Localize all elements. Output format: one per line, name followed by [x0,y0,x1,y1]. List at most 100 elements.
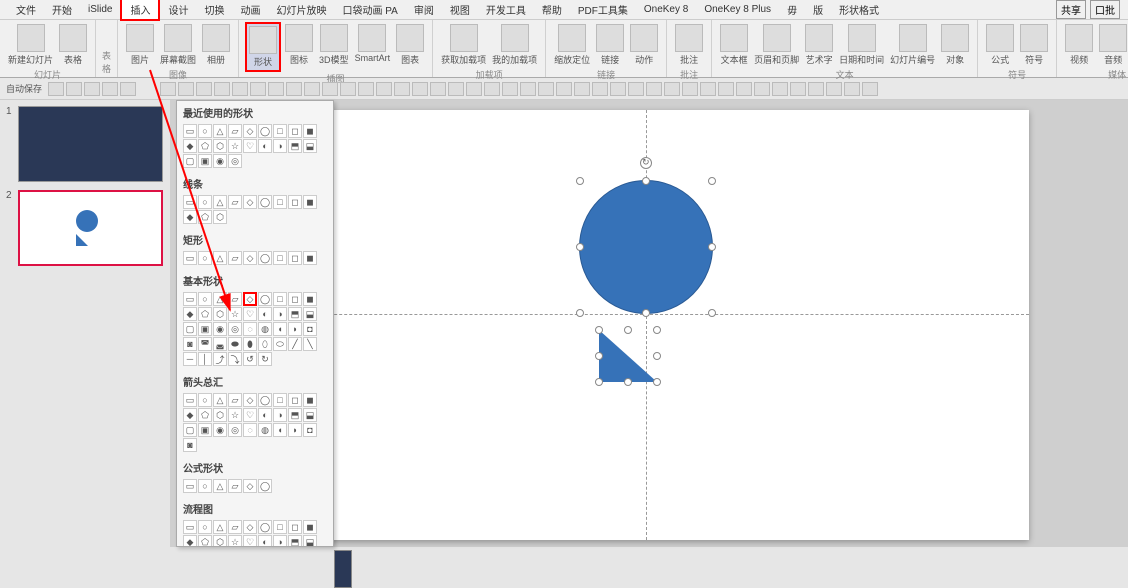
shape-option[interactable]: △ [213,393,227,407]
toolbar-icon[interactable] [844,82,860,96]
toolbar-icon[interactable] [682,82,698,96]
shape-option[interactable]: ▱ [228,195,242,209]
shape-option[interactable]: ◍ [258,423,272,437]
shape-option[interactable]: ⤵ [228,352,242,366]
resize-handle-ne[interactable] [708,177,716,185]
tab-help[interactable]: 帮助 [534,0,570,19]
tab-review[interactable]: 审阅 [406,0,442,19]
toolbar-icon[interactable] [412,82,428,96]
shape-option[interactable]: ▱ [228,251,242,265]
toolbar-icon[interactable] [574,82,590,96]
header-button[interactable]: 页眉和页脚 [752,22,801,68]
shape-option[interactable]: ◯ [258,520,272,534]
shape-option[interactable]: ◙ [183,337,197,351]
video-button[interactable]: 视频 [1063,22,1095,68]
resize-handle-nw[interactable] [595,326,603,334]
tab-home[interactable]: 开始 [44,0,80,19]
shape-option[interactable]: ◻ [288,520,302,534]
3d-button[interactable]: 3D模型 [317,22,351,68]
shape-option[interactable]: ◇ [243,393,257,407]
shape-option[interactable]: ▱ [228,479,242,493]
shape-option[interactable]: ◇ [243,251,257,265]
symbol-button[interactable]: 符号 [1018,22,1050,68]
number-button[interactable]: 幻灯片编号 [888,22,937,68]
shape-option[interactable]: ◼ [303,520,317,534]
tab-pdf[interactable]: PDF工具集 [570,0,636,19]
toolbar-icon[interactable] [664,82,680,96]
shape-option[interactable]: ◆ [183,139,197,153]
shape-option[interactable]: ▢ [183,423,197,437]
shape-option[interactable]: ○ [198,393,212,407]
shape-option[interactable]: ⬠ [198,408,212,422]
shape-option[interactable]: ⬮ [243,337,257,351]
toolbar-icon[interactable] [466,82,482,96]
shape-option[interactable]: ▭ [183,251,197,265]
shape-option[interactable]: ◌ [243,423,257,437]
chart-button[interactable]: 图表 [394,22,426,68]
shape-option[interactable]: ⬠ [198,307,212,321]
tab-transitions[interactable]: 切换 [196,0,232,19]
smartart-button[interactable]: SmartArt [353,22,393,65]
resize-handle-e[interactable] [708,243,716,251]
shape-option[interactable]: □ [273,124,287,138]
tab-shape-format[interactable]: 形状格式 [831,0,887,19]
action-button[interactable]: 动作 [628,22,660,68]
shape-option[interactable]: ◙ [183,438,197,452]
get-addins-button[interactable]: 获取加载项 [439,22,488,68]
shape-option[interactable]: ◐ [258,307,272,321]
shape-option[interactable]: ◎ [228,322,242,336]
shape-option[interactable]: ⬓ [303,408,317,422]
toolbar-icon[interactable] [718,82,734,96]
shape-option[interactable]: ◼ [303,393,317,407]
shape-option[interactable]: ⬒ [288,307,302,321]
shape-option[interactable]: ◍ [258,322,272,336]
resize-handle-se[interactable] [653,378,661,386]
shape-option[interactable]: ⬡ [213,307,227,321]
shape-option[interactable]: ☆ [228,535,242,547]
toolbar-icon[interactable] [790,82,806,96]
shape-option[interactable]: ⬡ [213,210,227,224]
tab-ban[interactable]: 版 [805,0,831,19]
comment-button[interactable]: 口批 [1090,0,1120,19]
shape-option[interactable]: ◌ [243,322,257,336]
shape-option[interactable]: ▭ [183,520,197,534]
shape-option[interactable]: ◆ [183,210,197,224]
shape-option[interactable]: ◖ [273,423,287,437]
toolbar-icon[interactable] [340,82,356,96]
shape-option[interactable]: ☆ [228,408,242,422]
shape-option[interactable]: ⬬ [228,337,242,351]
shape-option[interactable]: ○ [198,124,212,138]
shape-option[interactable]: ◇ [243,479,257,493]
shape-option[interactable]: ◻ [288,195,302,209]
shape-option[interactable]: ◑ [273,139,287,153]
circle-shape[interactable] [579,180,713,314]
shape-option[interactable]: ♡ [243,535,257,547]
resize-handle-s[interactable] [642,309,650,317]
toolbar-icon[interactable] [502,82,518,96]
shape-option[interactable]: ◼ [303,251,317,265]
shape-option[interactable]: ♡ [243,307,257,321]
shape-option[interactable]: △ [213,479,227,493]
screenshot-button[interactable]: 屏幕截图 [158,22,198,68]
tab-design[interactable]: 设计 [160,0,196,19]
shape-option[interactable]: ◯ [258,195,272,209]
shape-option[interactable]: │ [198,352,212,366]
new-slide-button[interactable]: 新建幻灯片 [6,22,55,68]
shape-option[interactable]: ◉ [213,322,227,336]
shape-option[interactable]: ◘ [303,322,317,336]
toolbar-icon[interactable] [286,82,302,96]
toolbar-icon[interactable] [754,82,770,96]
shape-option[interactable]: ▭ [183,479,197,493]
qb-redo-icon[interactable] [102,82,118,96]
shape-option[interactable]: ◉ [213,423,227,437]
shape-option[interactable]: ○ [198,251,212,265]
shape-option[interactable]: ◻ [288,251,302,265]
shape-option[interactable]: ▢ [183,322,197,336]
toolbar-icon[interactable] [448,82,464,96]
shape-option[interactable]: △ [213,251,227,265]
shape-option[interactable]: ◆ [183,535,197,547]
shape-option[interactable]: ◑ [273,535,287,547]
toolbar-icon[interactable] [700,82,716,96]
shape-option[interactable]: ⬒ [288,535,302,547]
shape-option[interactable]: ▢ [183,154,197,168]
